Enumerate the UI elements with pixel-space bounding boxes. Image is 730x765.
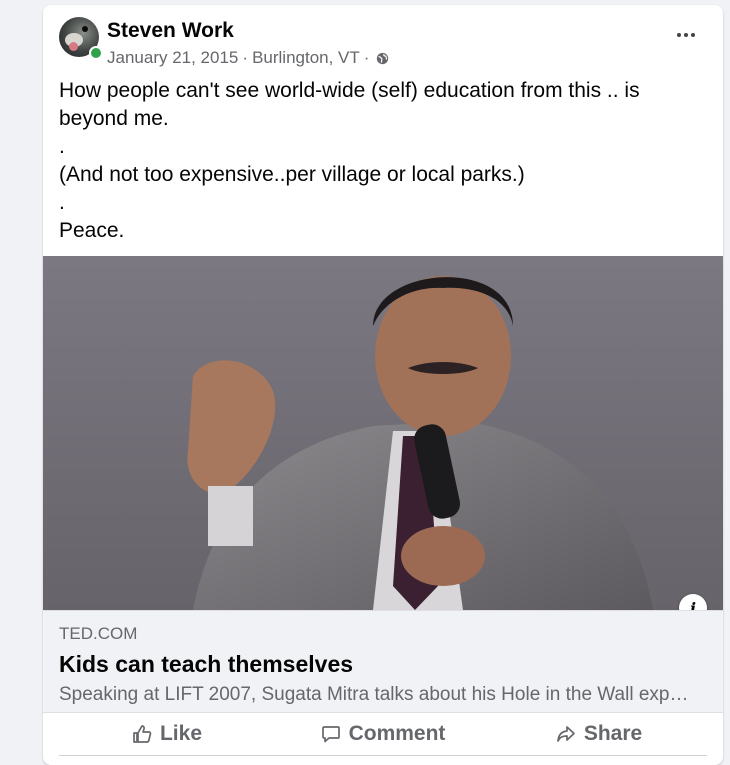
- post-text-line: (And not too expensive..per village or l…: [59, 163, 525, 186]
- meta-separator: ·: [242, 48, 249, 67]
- link-domain: TED.COM: [59, 624, 138, 643]
- share-button[interactable]: Share: [491, 713, 707, 755]
- avatar-eye: [82, 26, 88, 32]
- meta-separator: ·: [363, 48, 370, 67]
- post-date[interactable]: January 21, 2015: [107, 48, 238, 68]
- comment-label: Comment: [348, 722, 446, 745]
- globe-icon[interactable]: [376, 52, 389, 65]
- avatar-tongue: [69, 42, 78, 51]
- post-text-line: .: [59, 135, 65, 158]
- post-card: Steven Work January 21, 2015 · Burlingto…: [43, 5, 723, 765]
- like-label: Like: [159, 722, 203, 745]
- post-meta: January 21, 2015 · Burlington, VT ·: [107, 48, 389, 68]
- comment-button[interactable]: Comment: [275, 713, 491, 755]
- post-text-line: How people can't see world-wide (self) e…: [59, 79, 640, 130]
- online-status-dot: [89, 46, 103, 60]
- link-preview-image[interactable]: [43, 256, 723, 610]
- share-arrow-icon: [556, 726, 575, 742]
- author-name[interactable]: Steven Work: [107, 19, 234, 43]
- like-button[interactable]: Like: [59, 713, 275, 755]
- link-title[interactable]: Kids can teach themselves: [59, 651, 353, 678]
- share-label: Share: [583, 722, 643, 745]
- link-description: Speaking at LIFT 2007, Sugata Mitra talk…: [59, 684, 699, 705]
- speaker-photo: [43, 256, 723, 610]
- post-actions-bar: Like Comment Share: [59, 713, 707, 756]
- post-header: Steven Work January 21, 2015 · Burlingto…: [43, 5, 723, 75]
- comment-bubble-icon: [321, 726, 340, 743]
- thumbs-up-icon: [133, 725, 152, 743]
- post-text-line: Peace.: [59, 219, 125, 242]
- link-preview[interactable]: TED.COM Kids can teach themselves Speaki…: [43, 610, 723, 713]
- post-text: How people can't see world-wide (self) e…: [59, 77, 689, 245]
- more-options-icon[interactable]: [668, 23, 704, 47]
- post-location[interactable]: Burlington, VT: [252, 48, 360, 68]
- post-text-line: .: [59, 191, 65, 214]
